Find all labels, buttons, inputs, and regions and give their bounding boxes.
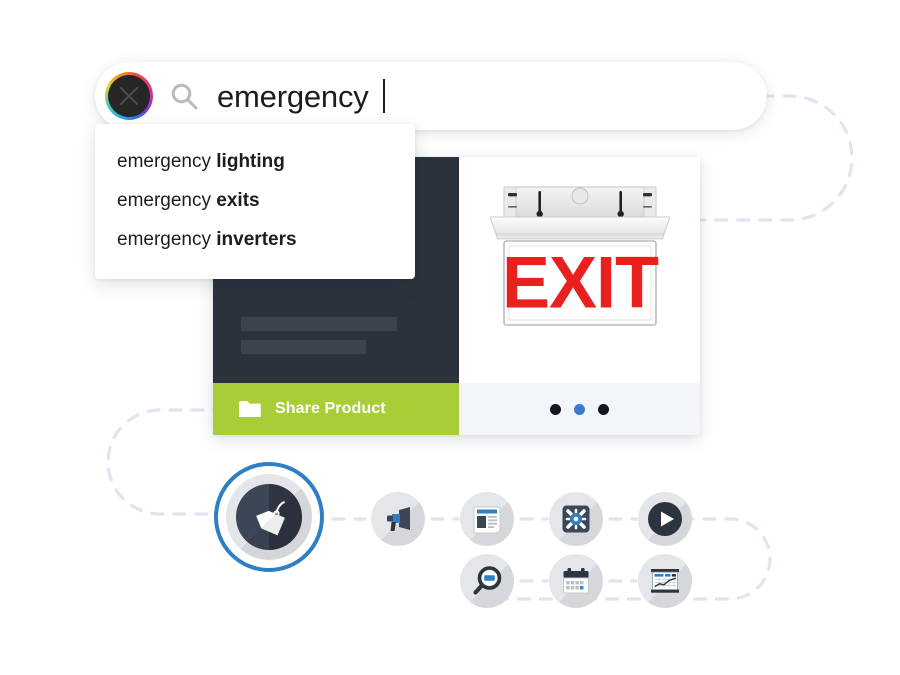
placeholder-text-bar — [241, 340, 366, 354]
brand-x-logo-icon[interactable] — [105, 72, 153, 120]
text-caret — [382, 79, 385, 113]
search-bar[interactable]: emergency — [95, 62, 767, 130]
chart-presentation-icon[interactable] — [638, 554, 692, 608]
carousel-dot-3[interactable] — [598, 403, 609, 415]
play-button-icon[interactable] — [638, 492, 692, 546]
search-input[interactable]: emergency — [217, 79, 385, 113]
suggestion-item-inverters[interactable]: emergency inverters — [117, 230, 415, 249]
search-icon[interactable] — [169, 81, 199, 111]
newspaper-icon[interactable] — [460, 492, 514, 546]
share-product-button[interactable]: Share Product — [213, 383, 459, 435]
suggestion-item-exits[interactable]: emergency exits — [117, 191, 415, 210]
megaphone-icon[interactable] — [371, 492, 425, 546]
search-analytics-icon[interactable] — [460, 554, 514, 608]
svg-text:EXIT: EXIT — [501, 242, 658, 324]
search-suggestions-dropdown[interactable]: emergency lighting emergency exits emerg… — [95, 124, 415, 279]
suggestion-item-lighting[interactable]: emergency lighting — [117, 152, 415, 171]
suggestion-match: lighting — [216, 151, 285, 172]
product-card-image-panel: EXIT — [459, 157, 700, 435]
share-product-label: Share Product — [275, 400, 386, 417]
suggestion-prefix: emergency — [117, 229, 217, 250]
suggestion-prefix: emergency — [117, 190, 217, 211]
distribution-network-icon[interactable] — [549, 492, 603, 546]
folder-icon — [239, 400, 261, 418]
suggestion-prefix: emergency — [117, 151, 217, 172]
suggestion-match: exits — [216, 190, 260, 211]
image-carousel-dots[interactable] — [459, 383, 700, 435]
canvas: Share Product EXIT emergency emergency l… — [0, 0, 900, 675]
price-tag-disc — [226, 474, 312, 560]
placeholder-text-bar — [241, 317, 397, 331]
calendar-icon[interactable] — [549, 554, 603, 608]
exit-sign-product-image: EXIT — [488, 186, 671, 326]
search-input-value: emergency — [217, 78, 369, 114]
price-tag-icon[interactable] — [214, 462, 324, 572]
carousel-dot-1[interactable] — [550, 403, 561, 415]
carousel-dot-2[interactable] — [574, 403, 585, 415]
suggestion-match: inverters — [216, 229, 297, 250]
